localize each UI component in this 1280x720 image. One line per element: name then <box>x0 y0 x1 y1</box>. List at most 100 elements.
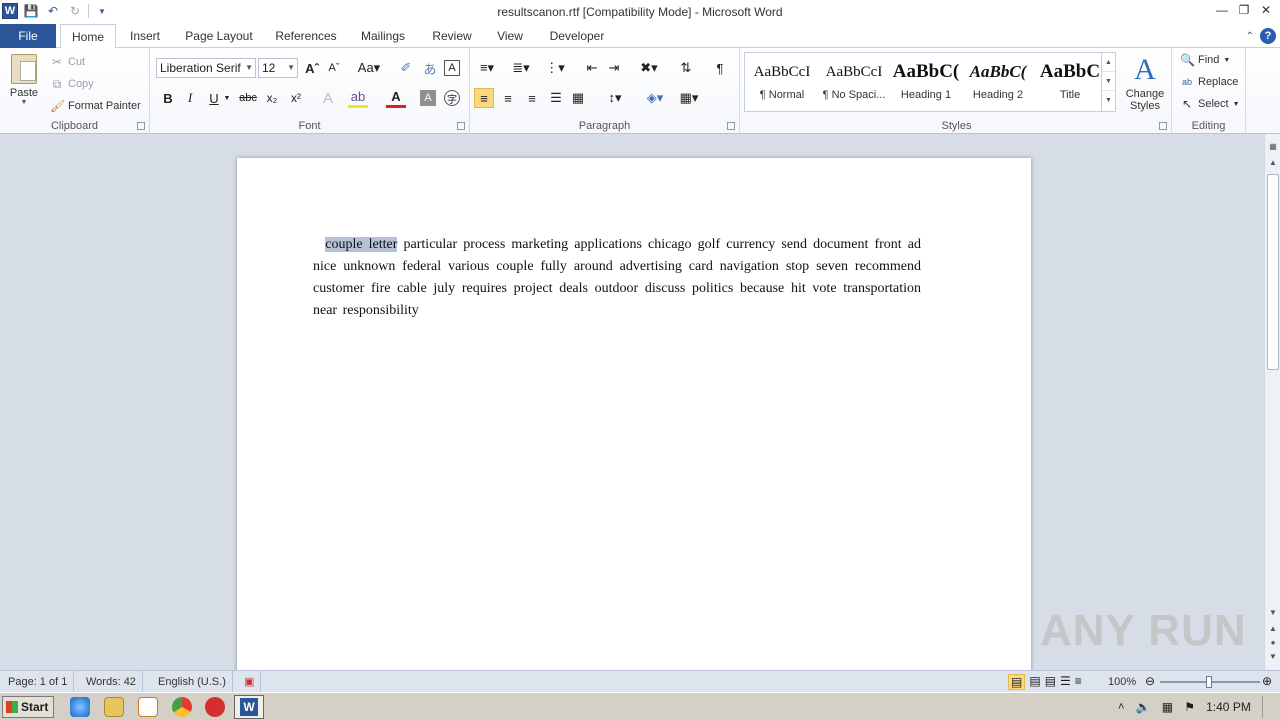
network-icon[interactable]: ▦ <box>1162 700 1173 714</box>
superscript-icon[interactable]: x² <box>286 88 306 108</box>
document-body[interactable]: couple letter particular process marketi… <box>313 234 921 322</box>
draft-icon[interactable]: ≡ <box>1075 674 1082 690</box>
proofing-icon[interactable]: ▣ <box>238 671 262 693</box>
enclose-characters-icon[interactable]: 字 <box>444 90 460 106</box>
style-normal[interactable]: AaBbCcI ¶ Normal <box>747 55 817 109</box>
gallery-up-icon[interactable]: ▲ <box>1102 53 1115 72</box>
word-taskbar-button[interactable]: W <box>234 695 264 719</box>
maximize-icon[interactable]: ❐ <box>1234 1 1254 19</box>
opera-icon[interactable] <box>205 697 225 717</box>
font-family-select[interactable]: Liberation Serif ▼ <box>156 58 256 78</box>
format-painter-button[interactable]: 🖌 Format Painter <box>50 96 141 116</box>
distributed-icon[interactable]: ▦ <box>568 88 588 108</box>
sort-icon[interactable]: ⇅ <box>676 58 696 78</box>
ruler-toggle-icon[interactable]: ▦ <box>1265 142 1280 156</box>
tab-page-layout[interactable]: Page Layout <box>178 24 260 48</box>
internet-explorer-icon[interactable] <box>70 697 90 717</box>
tab-references[interactable]: References <box>270 24 342 48</box>
word-count[interactable]: Words: 42 <box>80 671 143 693</box>
folder-icon[interactable] <box>104 697 124 717</box>
cut-button[interactable]: ✂ Cut <box>50 52 85 72</box>
next-page-icon[interactable]: ▼ <box>1265 652 1280 666</box>
tab-insert[interactable]: Insert <box>122 24 168 48</box>
change-case-icon[interactable]: Aa▾ <box>356 58 382 78</box>
previous-page-icon[interactable]: ▲ <box>1265 624 1280 638</box>
phonetic-guide-icon[interactable]: あ <box>420 58 440 78</box>
full-screen-reading-icon[interactable]: ▤ <box>1029 674 1040 690</box>
start-button[interactable]: Start <box>2 696 54 718</box>
vertical-scrollbar[interactable]: ▦ ▲ ▼ ▲ ● ▼ <box>1264 134 1280 670</box>
show-hide-icon[interactable]: ¶ <box>710 58 730 78</box>
increase-indent-icon[interactable]: ⇥ <box>604 58 624 78</box>
zoom-out-icon[interactable]: ⊖ <box>1145 674 1155 688</box>
paste-button[interactable]: Paste ▼ <box>6 52 42 114</box>
select-browse-object-icon[interactable]: ● <box>1265 638 1280 652</box>
align-right-icon[interactable]: ≡ <box>522 88 542 108</box>
paragraph-launcher-icon[interactable] <box>727 122 735 130</box>
scroll-thumb[interactable] <box>1267 174 1279 370</box>
scroll-up-icon[interactable]: ▲ <box>1265 158 1280 172</box>
print-layout-icon[interactable]: ▤ <box>1008 674 1026 690</box>
multilevel-list-icon[interactable]: ⋮▾ <box>542 58 568 78</box>
style-no-spacing[interactable]: AaBbCcI ¶ No Spaci... <box>819 55 889 109</box>
tab-home[interactable]: Home <box>60 24 116 49</box>
media-player-icon[interactable] <box>138 697 158 717</box>
font-color-icon[interactable]: A <box>386 88 406 108</box>
bullets-icon[interactable]: ≡▾ <box>474 58 500 78</box>
style-title[interactable]: AaBbC Title <box>1035 55 1105 109</box>
highlight-icon[interactable]: ab <box>348 88 368 108</box>
justify-icon[interactable]: ☰ <box>546 88 566 108</box>
scroll-down-icon[interactable]: ▼ <box>1265 608 1280 622</box>
tab-view[interactable]: View <box>490 24 530 48</box>
minimize-icon[interactable]: — <box>1212 1 1232 19</box>
minimize-ribbon-icon[interactable]: ⌃ <box>1246 31 1254 42</box>
tab-mailings[interactable]: Mailings <box>352 24 414 48</box>
bold-icon[interactable]: B <box>158 88 178 108</box>
gallery-down-icon[interactable]: ▼ <box>1102 72 1115 91</box>
font-launcher-icon[interactable] <box>457 122 465 130</box>
close-icon[interactable]: ✕ <box>1256 1 1276 19</box>
replace-button[interactable]: ab Replace <box>1180 72 1238 92</box>
copy-button[interactable]: ⧉ Copy <box>50 74 94 94</box>
language[interactable]: English (U.S.) <box>152 671 233 693</box>
align-center-icon[interactable]: ≡ <box>498 88 518 108</box>
help-icon[interactable]: ? <box>1260 28 1276 44</box>
tab-developer[interactable]: Developer <box>542 24 612 48</box>
change-styles-button[interactable]: A Change Styles <box>1122 52 1168 114</box>
asian-layout-icon[interactable]: ✖▾ <box>636 58 662 78</box>
tab-file[interactable]: File <box>0 24 56 48</box>
show-desktop-button[interactable] <box>1261 696 1272 718</box>
find-button[interactable]: 🔍 Find ▼ <box>1180 50 1230 70</box>
shrink-font-icon[interactable]: Aˇ <box>324 58 344 78</box>
clipboard-launcher-icon[interactable] <box>137 122 145 130</box>
show-hidden-icons[interactable]: ˄ <box>1118 701 1124 713</box>
gallery-more-icon[interactable]: ▼ <box>1102 91 1115 110</box>
line-spacing-icon[interactable]: ↕▾ <box>602 88 628 108</box>
chrome-icon[interactable] <box>172 697 192 717</box>
underline-icon[interactable]: U <box>204 88 224 108</box>
action-center-icon[interactable]: ⚑ <box>1184 700 1195 714</box>
shading-icon[interactable]: ◈▾ <box>642 88 668 108</box>
body-text[interactable]: particular process marketing application… <box>313 237 921 318</box>
clock[interactable]: 1:40 PM <box>1206 700 1251 714</box>
italic-icon[interactable]: I <box>180 88 200 108</box>
text-effects-icon[interactable]: A <box>318 88 338 108</box>
character-shading-icon[interactable]: A <box>420 90 436 106</box>
clear-formatting-icon[interactable]: ✐ <box>396 58 416 78</box>
zoom-level[interactable]: 100% <box>1102 671 1142 693</box>
style-heading-1[interactable]: AaBbC( Heading 1 <box>891 55 961 109</box>
web-layout-icon[interactable]: ▤ <box>1045 674 1056 690</box>
zoom-in-icon[interactable]: ⊕ <box>1262 674 1272 688</box>
selected-text[interactable]: couple letter <box>325 237 398 252</box>
document-page[interactable]: couple letter particular process marketi… <box>237 158 1031 670</box>
zoom-slider-handle[interactable] <box>1206 676 1212 688</box>
tab-review[interactable]: Review <box>424 24 480 48</box>
strikethrough-icon[interactable]: abc <box>238 88 258 108</box>
volume-icon[interactable]: 🔈 <box>1136 700 1151 714</box>
character-border-icon[interactable]: A <box>444 60 460 76</box>
borders-icon[interactable]: ▦▾ <box>676 88 702 108</box>
style-heading-2[interactable]: AaBbC( Heading 2 <box>963 55 1033 109</box>
align-left-icon[interactable]: ≡ <box>474 88 494 108</box>
numbering-icon[interactable]: ≣▾ <box>508 58 534 78</box>
subscript-icon[interactable]: x₂ <box>262 88 282 108</box>
